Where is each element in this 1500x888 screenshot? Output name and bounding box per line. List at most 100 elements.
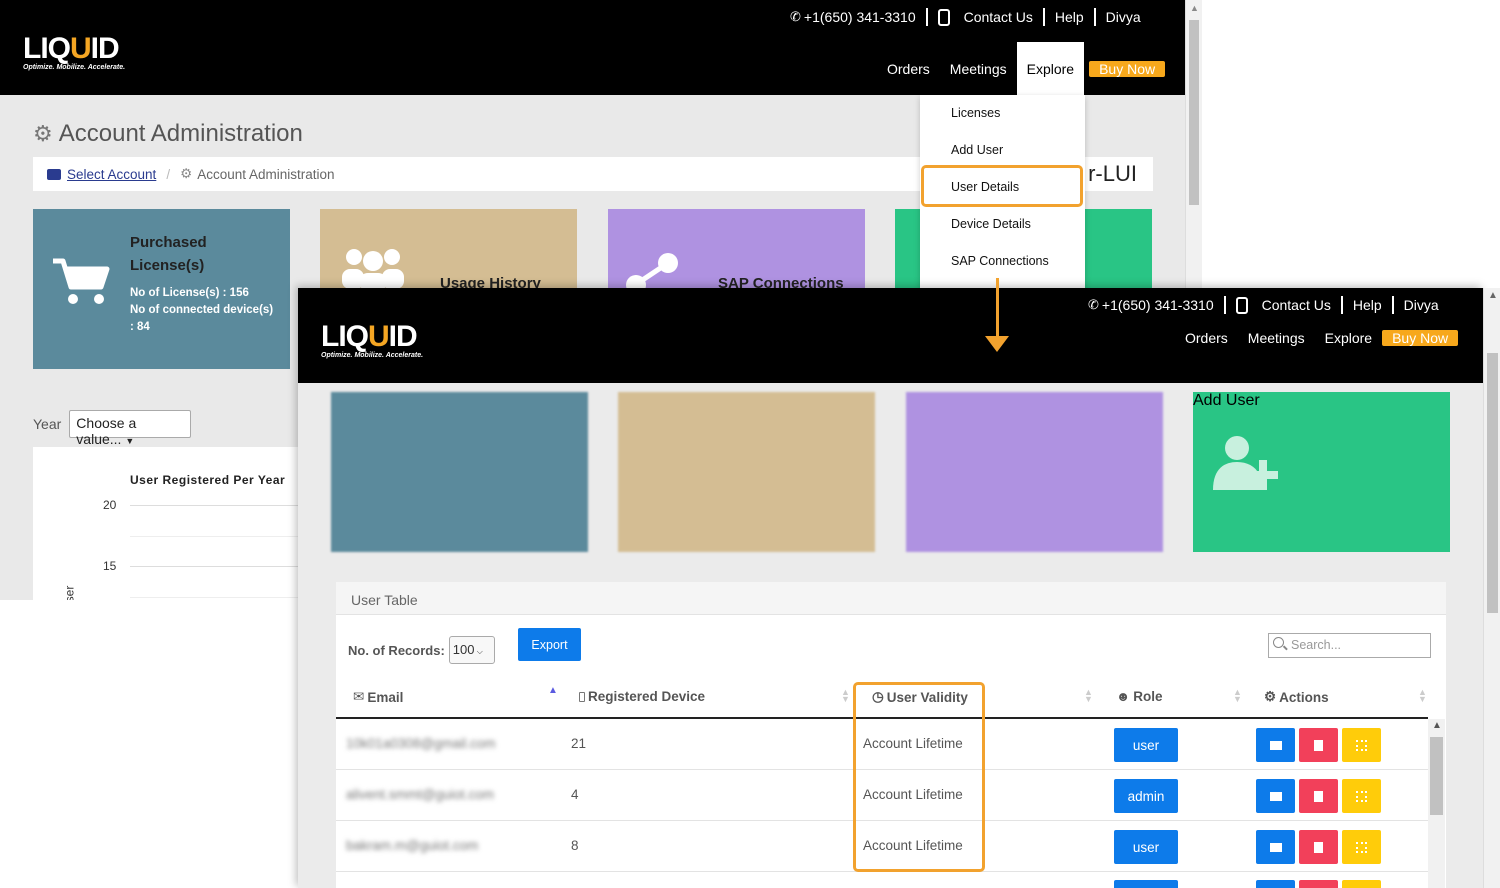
buy-now-button[interactable]: Buy Now [1382, 330, 1459, 346]
tile-add-user[interactable]: Add User [1193, 392, 1450, 552]
qr-code-button[interactable] [1342, 779, 1381, 813]
y-axis-label: ser [62, 585, 77, 600]
help-link[interactable]: Help [1055, 9, 1084, 25]
logo[interactable]: LIQUID Optimize. Mobilize. Accelerate. [321, 322, 424, 360]
year-select[interactable]: Choose a value... ▼ [69, 410, 192, 447]
tile-title: Purchased License(s) [130, 234, 207, 274]
scroll-thumb[interactable] [1487, 353, 1498, 613]
mobile-icon [579, 691, 585, 702]
screenshot-root: LIQUID Optimize. Mobilize. Accelerate. ✆… [0, 0, 1500, 888]
sort-icon[interactable]: ▲ ▼ [1418, 688, 1427, 704]
menu-item-add-user[interactable]: Add User [951, 143, 1003, 157]
role-button[interactable] [1114, 880, 1178, 888]
year-label: Year [33, 416, 62, 432]
phone-number[interactable]: +1(650) 341-3310 [1102, 297, 1214, 313]
scroll-up-icon[interactable]: ▲ [1190, 3, 1199, 13]
search-input[interactable]: Search... [1268, 633, 1431, 658]
records-select[interactable]: 100 ⌵ [448, 636, 495, 664]
trash-icon [1314, 790, 1323, 802]
gear-icon: ⚙ [1264, 689, 1277, 704]
nav-meetings[interactable]: Meetings [940, 61, 1017, 77]
contact-us-link[interactable]: Contact Us [964, 9, 1033, 25]
back-header: LIQUID Optimize. Mobilize. Accelerate. ✆… [0, 0, 1185, 95]
qr-code-button[interactable] [1342, 830, 1381, 864]
nav-orders[interactable]: Orders [1175, 330, 1238, 346]
nav-orders[interactable]: Orders [877, 61, 940, 77]
account-name: r-LUI [1088, 161, 1137, 186]
front-scrollbar[interactable]: ▲ [1483, 288, 1500, 888]
main-nav: Orders Meetings Explore Buy Now [877, 42, 1166, 95]
highlight-user-validity [853, 682, 985, 872]
email-action-button[interactable] [1256, 880, 1295, 888]
logo-tagline: Optimize. Mobilize. Accelerate. [321, 352, 424, 359]
tile-blurred-blue[interactable] [331, 392, 588, 552]
nav-explore[interactable]: Explore [1016, 42, 1085, 95]
tile-blurred-tan[interactable] [618, 392, 875, 552]
phone-number[interactable]: +1(650) 341-3310 [804, 9, 916, 25]
user-icon: ☻ [1116, 689, 1131, 704]
sort-icon[interactable]: ▲ ▼ [1233, 688, 1242, 704]
column-registered-device[interactable]: Registered Device [579, 689, 705, 704]
delete-button[interactable] [1299, 880, 1338, 888]
user-menu[interactable]: Divya [1404, 297, 1439, 313]
scroll-thumb[interactable] [1189, 20, 1199, 205]
role-button[interactable]: user [1114, 830, 1178, 864]
chart-title: User Registered Per Year [130, 473, 286, 487]
delete-button[interactable] [1299, 728, 1338, 762]
qr-code-button[interactable] [1342, 728, 1381, 762]
annotation-arrow-line [996, 278, 999, 336]
export-button[interactable]: Export [518, 628, 581, 661]
scroll-up-icon[interactable]: ▲ [1432, 720, 1442, 731]
envelope-icon [1269, 791, 1282, 801]
divider [925, 8, 928, 26]
tile-blurred-purple[interactable] [906, 392, 1163, 552]
email-action-button[interactable] [1256, 728, 1295, 762]
y-tick: 20 [103, 498, 117, 512]
qr-code-icon [1356, 790, 1367, 802]
delete-button[interactable] [1299, 830, 1338, 864]
sort-icon[interactable]: ▲ ▼ [841, 688, 850, 704]
buy-now-button[interactable]: Buy Now [1089, 60, 1166, 77]
menu-item-device-details[interactable]: Device Details [951, 217, 1031, 231]
divider [1042, 8, 1045, 26]
scroll-thumb[interactable] [1430, 737, 1443, 815]
breadcrumb-select-account[interactable]: Select Account [67, 167, 156, 182]
breadcrumb-separator: / [166, 166, 171, 182]
main-nav: Orders Meetings Explore Buy Now [1175, 330, 1459, 346]
qr-code-button[interactable] [1342, 880, 1381, 888]
nav-meetings[interactable]: Meetings [1238, 330, 1315, 346]
highlight-user-details [921, 165, 1083, 207]
cart-icon [53, 258, 110, 304]
role-button[interactable]: admin [1114, 779, 1178, 813]
menu-item-licenses[interactable]: Licenses [951, 106, 1000, 120]
table-scrollbar[interactable]: ▲ [1428, 719, 1445, 888]
phone-icon: ✆ [790, 9, 801, 24]
logo[interactable]: LIQUID Optimize. Mobilize. Accelerate. [23, 34, 125, 72]
email-cell: 10k01a0308@gmail.com [346, 736, 496, 751]
sort-icon[interactable]: ▲ ▼ [1084, 688, 1093, 704]
table-title: User Table [336, 582, 1446, 615]
tile-purchased-licenses[interactable]: Purchased License(s) No of License(s) : … [33, 209, 290, 369]
contact-us-link[interactable]: Contact Us [1262, 297, 1331, 313]
user-menu[interactable]: Divya [1106, 9, 1141, 25]
gears-icon: ⚙ [180, 166, 193, 181]
trash-icon [1314, 841, 1323, 853]
role-button[interactable]: user [1114, 728, 1178, 762]
page-title: ⚙ Account Administration [33, 120, 303, 148]
nav-explore[interactable]: Explore [1315, 330, 1382, 346]
device-count-cell: 4 [571, 787, 579, 802]
email-action-button[interactable] [1256, 830, 1295, 864]
help-link[interactable]: Help [1353, 297, 1382, 313]
column-actions[interactable]: ⚙ Actions [1264, 689, 1329, 705]
column-email[interactable]: ✉ Email [353, 689, 403, 705]
delete-button[interactable] [1299, 779, 1338, 813]
users-icon [342, 249, 404, 291]
qr-code-icon [1356, 739, 1367, 751]
menu-item-sap-connections[interactable]: SAP Connections [951, 254, 1049, 268]
sort-asc-icon[interactable]: ▲ [548, 685, 558, 696]
column-role[interactable]: ☻ Role [1116, 689, 1162, 704]
add-user-icon [1213, 436, 1278, 490]
email-action-button[interactable] [1256, 779, 1295, 813]
scroll-up-icon[interactable]: ▲ [1488, 290, 1498, 301]
year-filter: Year Choose a value... ▼ [33, 410, 192, 447]
